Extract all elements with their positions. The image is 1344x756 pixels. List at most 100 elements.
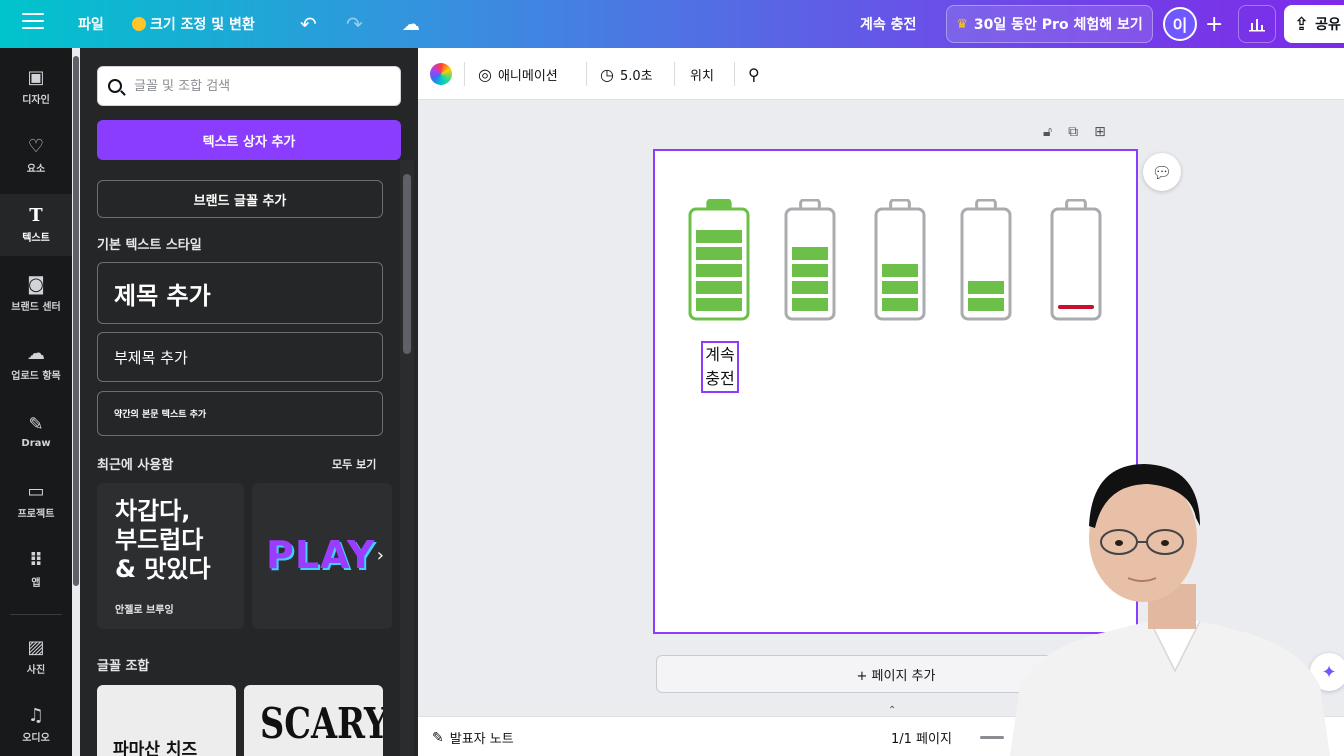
toolbar-divider [674, 62, 675, 86]
share-button[interactable]: ⇪ 공유 [1284, 5, 1344, 43]
recent-heading: 최근에 사용함 [97, 458, 174, 473]
shapes-icon: ♡ [27, 135, 45, 157]
rail-item-draw[interactable]: ✎ Draw [0, 401, 72, 463]
rail-item-photos[interactable]: ▨ 사진 [0, 626, 72, 688]
rail-item-label: 앱 [31, 577, 41, 589]
font-combo-card[interactable]: SCARY [244, 685, 383, 756]
bar-chart-icon [1249, 19, 1265, 32]
rail-item-elements[interactable]: ♡ 요소 [0, 125, 72, 187]
see-all-link[interactable]: 모두 보기 [332, 456, 376, 472]
battery-level-bar [696, 281, 742, 294]
rail-item-apps[interactable]: ⠿ 앱 [0, 539, 72, 601]
invite-plus-icon[interactable]: + [1197, 7, 1231, 41]
template-text: 차갑다, 부드럽다 & 맛있다 [115, 497, 211, 583]
page-tools: 🔓︎ ⧉ ⊞ [1043, 124, 1106, 140]
animate-button[interactable]: ◎ 애니메이션 [478, 62, 558, 86]
battery-level-bar [696, 230, 742, 243]
rail-item-projects[interactable]: ▭ 프로젝트 [0, 470, 72, 532]
rail-item-label: 프로젝트 [17, 508, 55, 520]
battery-level-bar [1058, 305, 1094, 309]
font-combo-card[interactable]: 파마산 치즈 [97, 685, 236, 756]
insights-button[interactable] [1238, 5, 1276, 43]
add-body-text-button[interactable]: 약간의 본문 텍스트 추가 [97, 391, 383, 436]
document-title[interactable]: 계속 충전 [852, 7, 924, 41]
rail-item-text[interactable]: T 텍스트 [0, 194, 72, 256]
recent-template-card[interactable]: 차갑다, 부드럽다 & 맛있다 안젤로 브루잉 [97, 483, 244, 629]
battery-level-bar [792, 281, 828, 294]
folder-icon: ▭ [27, 480, 45, 502]
presenter-illustration [1010, 464, 1330, 756]
font-search-input[interactable] [134, 78, 374, 94]
color-picker-icon[interactable] [430, 63, 452, 85]
toolbar-divider [734, 62, 735, 86]
menu-icon[interactable] [22, 13, 44, 34]
lock-icon[interactable]: 🔓︎ [1043, 124, 1052, 140]
battery-icon [784, 199, 836, 321]
battery-level-bar [792, 264, 828, 277]
rail-item-brand[interactable]: ◙ 브랜드 센터 [0, 263, 72, 325]
rail-item-design[interactable]: ▣ 디자인 [0, 56, 72, 118]
duration-label: 5.0초 [619, 68, 653, 84]
add-heading-button[interactable]: 제목 추가 [97, 262, 383, 324]
notes-label: 발표자 노트 [449, 732, 514, 747]
selected-text-box[interactable]: 계속 충전 [701, 341, 739, 393]
context-toolbar: ◎ 애니메이션 ◷ 5.0초 위치 ⚲ [418, 48, 1344, 100]
font-search[interactable] [97, 66, 401, 106]
chevron-right-icon[interactable]: › [377, 545, 384, 566]
add-comment-icon[interactable]: 💬︎ [1143, 153, 1181, 191]
resize-button[interactable]: 크기 조정 및 변환 [124, 7, 263, 41]
redo-icon[interactable]: ↷ [338, 7, 371, 41]
rail-item-label: 사진 [26, 664, 46, 676]
avatar[interactable]: 이 [1163, 7, 1197, 41]
draw-icon: ✎ [28, 413, 44, 435]
add-subheading-button[interactable]: 부제목 추가 [97, 332, 383, 382]
search-icon [108, 79, 122, 93]
rail-item-audio[interactable]: ♫ 오디오 [0, 694, 72, 756]
top-bar: 파일 크기 조정 및 변환 ↶ ↷ ☁ 계속 충전 ♛ 30일 동안 Pro 체… [0, 0, 1344, 48]
font-combos-heading: 글꼴 조합 [97, 659, 150, 674]
rail-item-label: 텍스트 [22, 232, 50, 244]
battery-graphic[interactable] [960, 199, 1012, 321]
presenter-notes-button[interactable]: ✎ 발표자 노트 [432, 728, 514, 748]
battery-level-bar [968, 298, 1004, 311]
battery-graphic[interactable] [1050, 199, 1102, 321]
toolbar-divider [464, 62, 465, 86]
rail-item-label: 오디오 [22, 732, 50, 744]
chevron-up-icon[interactable]: ⌃ [888, 705, 902, 716]
rail-item-label: 디자인 [22, 94, 50, 106]
share-label: 공유 [1315, 17, 1341, 33]
add-brand-font-button[interactable]: 브랜드 글꼴 추가 [97, 180, 383, 218]
battery-icon [688, 199, 750, 321]
rail-item-uploads[interactable]: ☁ 업로드 항목 [0, 332, 72, 394]
recent-template-card[interactable]: PLAY › [252, 483, 392, 629]
cloud-saved-icon[interactable]: ☁ [394, 7, 428, 41]
battery-graphic[interactable] [784, 199, 836, 321]
add-page-icon[interactable]: ⊞ [1094, 124, 1106, 140]
rail-item-label: Draw [21, 437, 51, 449]
duplicate-page-icon[interactable]: ⧉ [1068, 124, 1078, 140]
battery-level-bar [792, 247, 828, 260]
battery-level-bar [696, 247, 742, 260]
battery-graphic[interactable] [688, 199, 750, 321]
page-counter[interactable]: 1/1 페이지 [891, 728, 952, 747]
rail-item-label: 요소 [26, 163, 46, 175]
layout-icon: ▣ [27, 66, 45, 88]
rail-divider [10, 614, 62, 615]
upload-arrow-icon: ⇪ [1294, 13, 1310, 35]
position-button[interactable]: 위치 [690, 62, 714, 86]
panel-scrollbar[interactable] [400, 160, 414, 756]
pro-trial-button[interactable]: ♛ 30일 동안 Pro 체험해 보기 [946, 5, 1153, 43]
combo-text: SCARY [260, 699, 383, 748]
file-menu-button[interactable]: 파일 [70, 7, 112, 41]
rail-scrollbar[interactable] [73, 56, 79, 586]
battery-level-bar [696, 298, 742, 311]
battery-graphic[interactable] [874, 199, 926, 321]
duration-button[interactable]: ◷ 5.0초 [600, 62, 653, 86]
template-caption: 안젤로 브루잉 [115, 605, 174, 616]
scroll-thumb[interactable] [403, 174, 411, 354]
undo-icon[interactable]: ↶ [292, 7, 325, 41]
add-text-box-button[interactable]: 텍스트 상자 추가 [97, 120, 401, 160]
upload-icon: ☁ [27, 342, 45, 364]
template-text: PLAY [266, 533, 376, 577]
copy-style-paint-roller-icon[interactable]: ⚲ [748, 62, 766, 86]
